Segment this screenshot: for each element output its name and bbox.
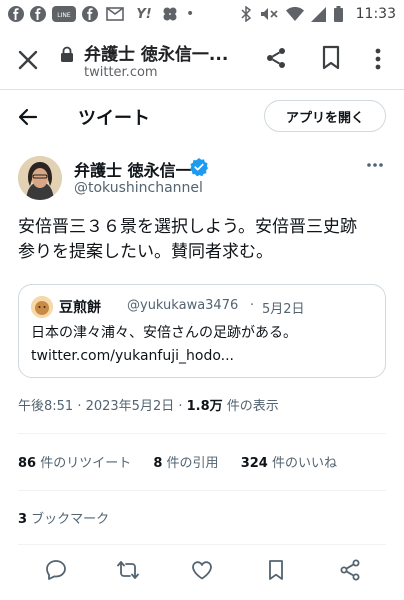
- facebook-icon: [8, 6, 24, 22]
- views-count: 1.8万: [186, 399, 223, 414]
- tweet-timestamp[interactable]: 午後8:51 · 2023年5月2日 · 1.8万 件の表示: [18, 395, 279, 414]
- tweet-text-line: 参りを提案したい。賛同者求む。: [18, 242, 273, 262]
- back-button[interactable]: [16, 105, 40, 129]
- quoted-separator: ·: [250, 298, 255, 313]
- likes-label: 件のいいね: [267, 456, 337, 471]
- tweet-text-line: 安倍晋三３６景を選択しよう。安倍晋三史跡: [18, 217, 357, 237]
- retweets-stat[interactable]: 86 件のリツイート: [18, 456, 131, 471]
- signal-icon: [310, 6, 326, 22]
- quoted-date: 5月2日: [262, 302, 305, 317]
- bookmark-icon: [269, 560, 283, 580]
- bookmark-icon: [322, 45, 340, 70]
- author-name[interactable]: 弁護士 徳永信一: [74, 157, 192, 181]
- bookmark-button[interactable]: [320, 45, 342, 71]
- likes-count: 324: [240, 456, 268, 471]
- browser-menu-button[interactable]: [370, 46, 386, 72]
- bookmark-tweet-button[interactable]: [264, 558, 288, 582]
- reply-icon: [46, 560, 66, 580]
- retweet-button[interactable]: [116, 558, 140, 582]
- line-icon-label: LINE: [57, 12, 71, 19]
- yahoo-icon: Y!: [136, 6, 152, 22]
- like-button[interactable]: [190, 558, 214, 582]
- likes-stat[interactable]: 324 件のいいね: [241, 456, 337, 471]
- app-icon: [162, 6, 178, 22]
- quoted-author-avatar: [31, 296, 53, 318]
- quoted-tweet-card[interactable]: 豆煎餅 @yukukawa3476 · 5月2日 日本の津々浦々、安倍さんの足跡…: [18, 284, 386, 378]
- retweets-count: 86: [18, 456, 37, 471]
- quoted-tweet-link[interactable]: twitter.com/yukanfuji_hodo...: [31, 345, 234, 368]
- tweet-more-button[interactable]: [366, 162, 384, 168]
- status-time: 11:33: [355, 6, 396, 22]
- line-icon: LINE: [52, 6, 76, 22]
- quotes-stat[interactable]: 8 件の引用: [153, 456, 218, 471]
- battery-icon: [334, 6, 343, 22]
- retweet-icon: [117, 561, 139, 579]
- bookmarks-stat: 3 ブックマーク: [18, 508, 109, 527]
- arrow-left-icon: [18, 108, 38, 126]
- divider: [18, 433, 386, 434]
- facebook-icon: [82, 6, 98, 22]
- quotes-label: 件の引用: [162, 456, 219, 471]
- quoted-tweet-text: 日本の津々浦々、安倍さんの足跡がある。: [31, 325, 297, 341]
- tweet-action-bar: [0, 556, 404, 588]
- tweet-text: 安倍晋三３６景を選択しよう。安倍晋三史跡 参りを提案したい。賛同者求む。: [18, 215, 390, 265]
- divider: [18, 544, 386, 545]
- more-dots-icon: •: [186, 6, 195, 22]
- bookmarks-label: ブックマーク: [27, 512, 110, 527]
- quoted-author-name: 豆煎餅: [59, 300, 101, 316]
- more-horizontal-icon: [367, 163, 383, 167]
- close-tab-button[interactable]: [14, 46, 42, 74]
- browser-page-title[interactable]: 弁護士 徳永信一...: [84, 40, 228, 65]
- more-vertical-icon: [375, 48, 381, 70]
- reply-button[interactable]: [44, 558, 68, 582]
- avatar-image: [18, 156, 62, 200]
- bookmarks-count: 3: [18, 512, 28, 527]
- bluetooth-icon: [240, 6, 252, 22]
- verified-badge-icon: [190, 158, 208, 176]
- lock-icon: [60, 46, 74, 62]
- tweet-time: 午後8:51 · 2023年5月2日 ·: [18, 399, 187, 414]
- views-label: 件の表示: [222, 399, 279, 414]
- engagement-stats: 86 件のリツイート 8 件の引用 324 件のいいね: [18, 452, 355, 471]
- open-app-button[interactable]: アプリを開く: [264, 100, 386, 132]
- divider: [18, 490, 386, 491]
- retweets-label: 件のリツイート: [36, 456, 132, 471]
- mail-icon: [106, 6, 124, 22]
- share-tweet-button[interactable]: [338, 558, 362, 582]
- share-icon: [267, 48, 285, 68]
- mute-icon: [260, 6, 278, 22]
- close-icon: [18, 50, 38, 70]
- share-button[interactable]: [264, 46, 288, 70]
- heart-icon: [192, 561, 212, 580]
- browser-toolbar: 弁護士 徳永信一... twitter.com: [0, 30, 404, 90]
- wifi-icon: [286, 6, 304, 22]
- author-avatar[interactable]: [18, 156, 62, 200]
- quoted-author-handle: @yukukawa3476: [127, 298, 239, 313]
- page-title: ツイート: [78, 108, 150, 129]
- share-icon: [340, 559, 360, 581]
- status-bar: LINE Y! • 11:33: [0, 0, 404, 30]
- facebook-icon: [30, 6, 46, 22]
- author-handle[interactable]: @tokushinchannel: [74, 180, 203, 196]
- browser-url[interactable]: twitter.com: [84, 65, 158, 80]
